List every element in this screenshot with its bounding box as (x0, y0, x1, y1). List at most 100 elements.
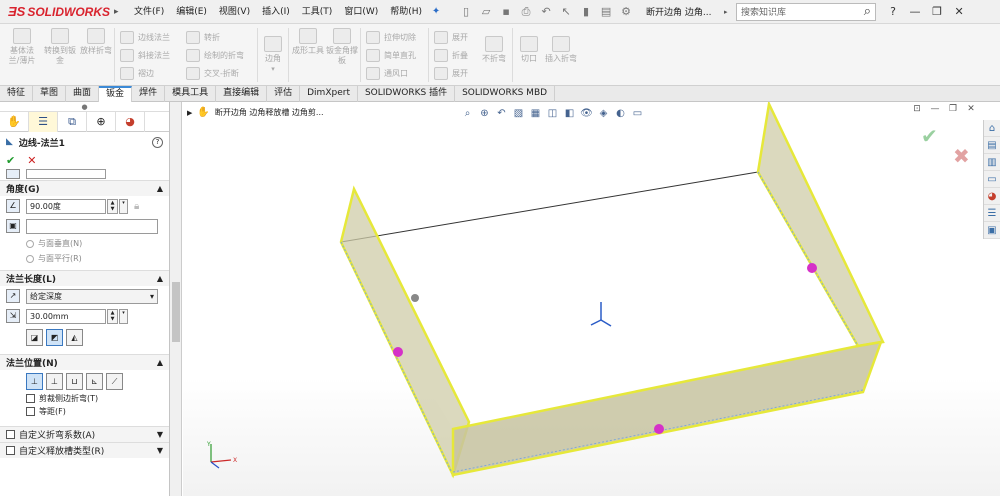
offset-row[interactable]: 等距(F) (0, 405, 169, 418)
edge-flange-button[interactable]: 边线法兰 (120, 28, 170, 46)
feature-manager-tab-icon[interactable]: ✋ (0, 112, 29, 132)
search-icon[interactable]: ⌕ (864, 4, 871, 19)
viewport-collapse-icon[interactable]: ⊡ (908, 102, 926, 116)
pin-icon[interactable]: ✦ (428, 6, 444, 17)
radio-perpendicular[interactable]: 与面垂直(N) (0, 236, 169, 251)
close-button[interactable]: ✕ (948, 0, 970, 24)
custom-relief-header[interactable]: 自定义释放槽类型(R) ▼ (0, 442, 169, 458)
checkbox[interactable] (6, 430, 15, 439)
zoom-to-fit-icon[interactable]: ⌕ (459, 106, 476, 122)
tab-features[interactable]: 特征 (0, 86, 34, 102)
menu-insert[interactable]: 插入(I) (256, 0, 296, 24)
display-style-icon[interactable]: ◧ (561, 106, 578, 122)
length-spinner[interactable]: ▲ ▼ (107, 308, 118, 324)
clipped-field[interactable] (26, 169, 106, 179)
base-flange-button[interactable]: 基体法兰/薄片 (6, 28, 38, 66)
panel-scrollbar[interactable] (170, 102, 182, 496)
bend-from-virtual-sharp-button[interactable]: ⊾ (86, 372, 103, 390)
rip-button[interactable]: 切口 (514, 36, 544, 64)
tangent-to-bend-button[interactable]: ⟋ (106, 372, 123, 390)
length-group-header[interactable]: 法兰长度(L) ▲ (0, 270, 169, 286)
trim-side-bends-row[interactable]: 剪裁侧边折弯(T) (0, 392, 169, 405)
graphics-viewport[interactable]: Y X ▶ ✋ 断开边角 边角释放槽 边角剪... ⌕ ⊕ ↶ ▧ ▦ ◫ ◧ … (183, 102, 1000, 496)
section-view-icon[interactable]: ▧ (510, 106, 527, 122)
resources-icon[interactable]: ▤ (984, 137, 1000, 154)
save-icon[interactable]: ▪ (496, 0, 516, 24)
simple-hole-button[interactable]: 简单直孔 (366, 46, 416, 64)
miter-flange-button[interactable]: 斜接法兰 (120, 46, 170, 64)
open-icon[interactable]: ▱ (476, 0, 496, 24)
material-outside-button[interactable]: ⊥ (46, 372, 63, 390)
tangent-bend-button[interactable]: ◭ (66, 328, 83, 346)
bend-outside-button[interactable]: ⊔ (66, 372, 83, 390)
flange-handle-inactive[interactable] (411, 294, 419, 302)
unfold-button[interactable]: 展开 (434, 28, 468, 46)
confirm-cancel-icon[interactable]: ✖ (953, 144, 970, 168)
hide-show-items-icon[interactable]: 👁︎ (578, 106, 595, 122)
corners-button[interactable]: 边角 ▾ (262, 36, 284, 74)
tab-dimxpert[interactable]: DimXpert (300, 86, 358, 102)
angle-input[interactable]: 90.00度 (26, 198, 106, 214)
file-properties-icon[interactable]: ▤ (596, 0, 616, 24)
minimize-button[interactable]: — (904, 0, 926, 24)
ok-button[interactable]: ✔ (6, 154, 15, 167)
previous-view-icon[interactable]: ↶ (493, 106, 510, 122)
no-bends-button[interactable]: 不折弯 (478, 36, 510, 64)
extruded-cut-button[interactable]: 拉伸切除 (366, 28, 416, 46)
inner-virtual-sharp-button[interactable]: ◩ (46, 328, 63, 346)
configuration-manager-tab-icon[interactable]: ⧉ (58, 112, 87, 132)
lock-icon[interactable]: 🔒︎ (134, 201, 139, 212)
hem-button[interactable]: 褶边 (120, 64, 154, 82)
reference-face-input[interactable] (26, 218, 158, 234)
custom-properties-icon[interactable]: ☰ (984, 205, 1000, 222)
new-icon[interactable]: ▯ (456, 0, 476, 24)
sheetmetal-gusset-button[interactable]: 钣金角撑板 (326, 28, 358, 66)
cancel-button[interactable]: ✕ (27, 154, 36, 167)
viewport-restore-button[interactable]: ❐ (944, 102, 962, 116)
help-icon[interactable]: ? (152, 136, 163, 148)
zoom-to-area-icon[interactable]: ⊕ (476, 106, 493, 122)
flange-handle-right[interactable] (807, 263, 817, 273)
dimxpert-manager-tab-icon[interactable]: ⊕ (87, 112, 116, 132)
tab-mbd[interactable]: SOLIDWORKS MBD (455, 86, 556, 102)
apply-scene-icon[interactable]: ◐ (612, 106, 629, 122)
tab-sheet-metal[interactable]: 钣金 (99, 86, 133, 102)
length-input[interactable]: 30.00mm (26, 308, 106, 324)
display-manager-tab-icon[interactable]: ◕ (116, 112, 145, 132)
insert-bends-button[interactable]: 插入折弯 (544, 36, 578, 64)
custom-bend-allowance-header[interactable]: 自定义折弯系数(A) ▼ (0, 426, 169, 442)
help-question-icon[interactable]: ? (882, 0, 904, 24)
design-library-icon[interactable]: ▥ (984, 154, 1000, 171)
view-orientation-icon[interactable]: ◫ (544, 106, 561, 122)
radio-button[interactable] (26, 239, 34, 248)
forming-tool-button[interactable]: 成形工具 (292, 28, 324, 56)
view-settings-icon[interactable]: ▭ (629, 106, 646, 122)
menu-edit[interactable]: 编辑(E) (170, 0, 213, 24)
forum-icon[interactable]: ▣ (984, 222, 1000, 239)
property-manager-tab-icon[interactable]: ☰ (29, 112, 58, 132)
checkbox[interactable] (26, 394, 35, 403)
checkbox[interactable] (26, 407, 35, 416)
angle-spinner[interactable]: ▲ ▼ (107, 198, 118, 214)
radio-parallel[interactable]: 与面平行(R) (0, 251, 169, 266)
tab-direct-editing[interactable]: 直接编辑 (216, 86, 268, 102)
tab-sketch[interactable]: 草图 (33, 86, 67, 102)
viewport-close-button[interactable]: ✕ (962, 102, 980, 116)
length-dropdown[interactable]: ▾ (119, 308, 128, 324)
menu-view[interactable]: 视图(V) (213, 0, 256, 24)
tab-weldments[interactable]: 焊件 (132, 86, 166, 102)
panel-grip[interactable]: ● (0, 102, 169, 112)
chevron-right-icon[interactable]: ▸ (724, 8, 732, 16)
tab-mold-tools[interactable]: 模具工具 (165, 86, 217, 102)
tab-surfaces[interactable]: 曲面 (66, 86, 100, 102)
lofted-bend-button[interactable]: 放样折弯 (80, 28, 112, 56)
unfold-button-2[interactable]: 展开 (434, 64, 468, 82)
confirm-ok-icon[interactable]: ✔ (921, 124, 938, 148)
viewport-minimize-button[interactable]: — (926, 102, 944, 116)
rebuild-icon[interactable]: ▮ (576, 0, 596, 24)
appearances-icon[interactable]: ◕ (984, 188, 1000, 205)
convert-to-sheetmetal-button[interactable]: 转换到钣金 (44, 28, 76, 66)
angle-dropdown[interactable]: ▾ (119, 198, 128, 214)
checkbox[interactable] (6, 446, 15, 455)
end-condition-select[interactable]: 给定深度 ▾ (26, 288, 158, 304)
